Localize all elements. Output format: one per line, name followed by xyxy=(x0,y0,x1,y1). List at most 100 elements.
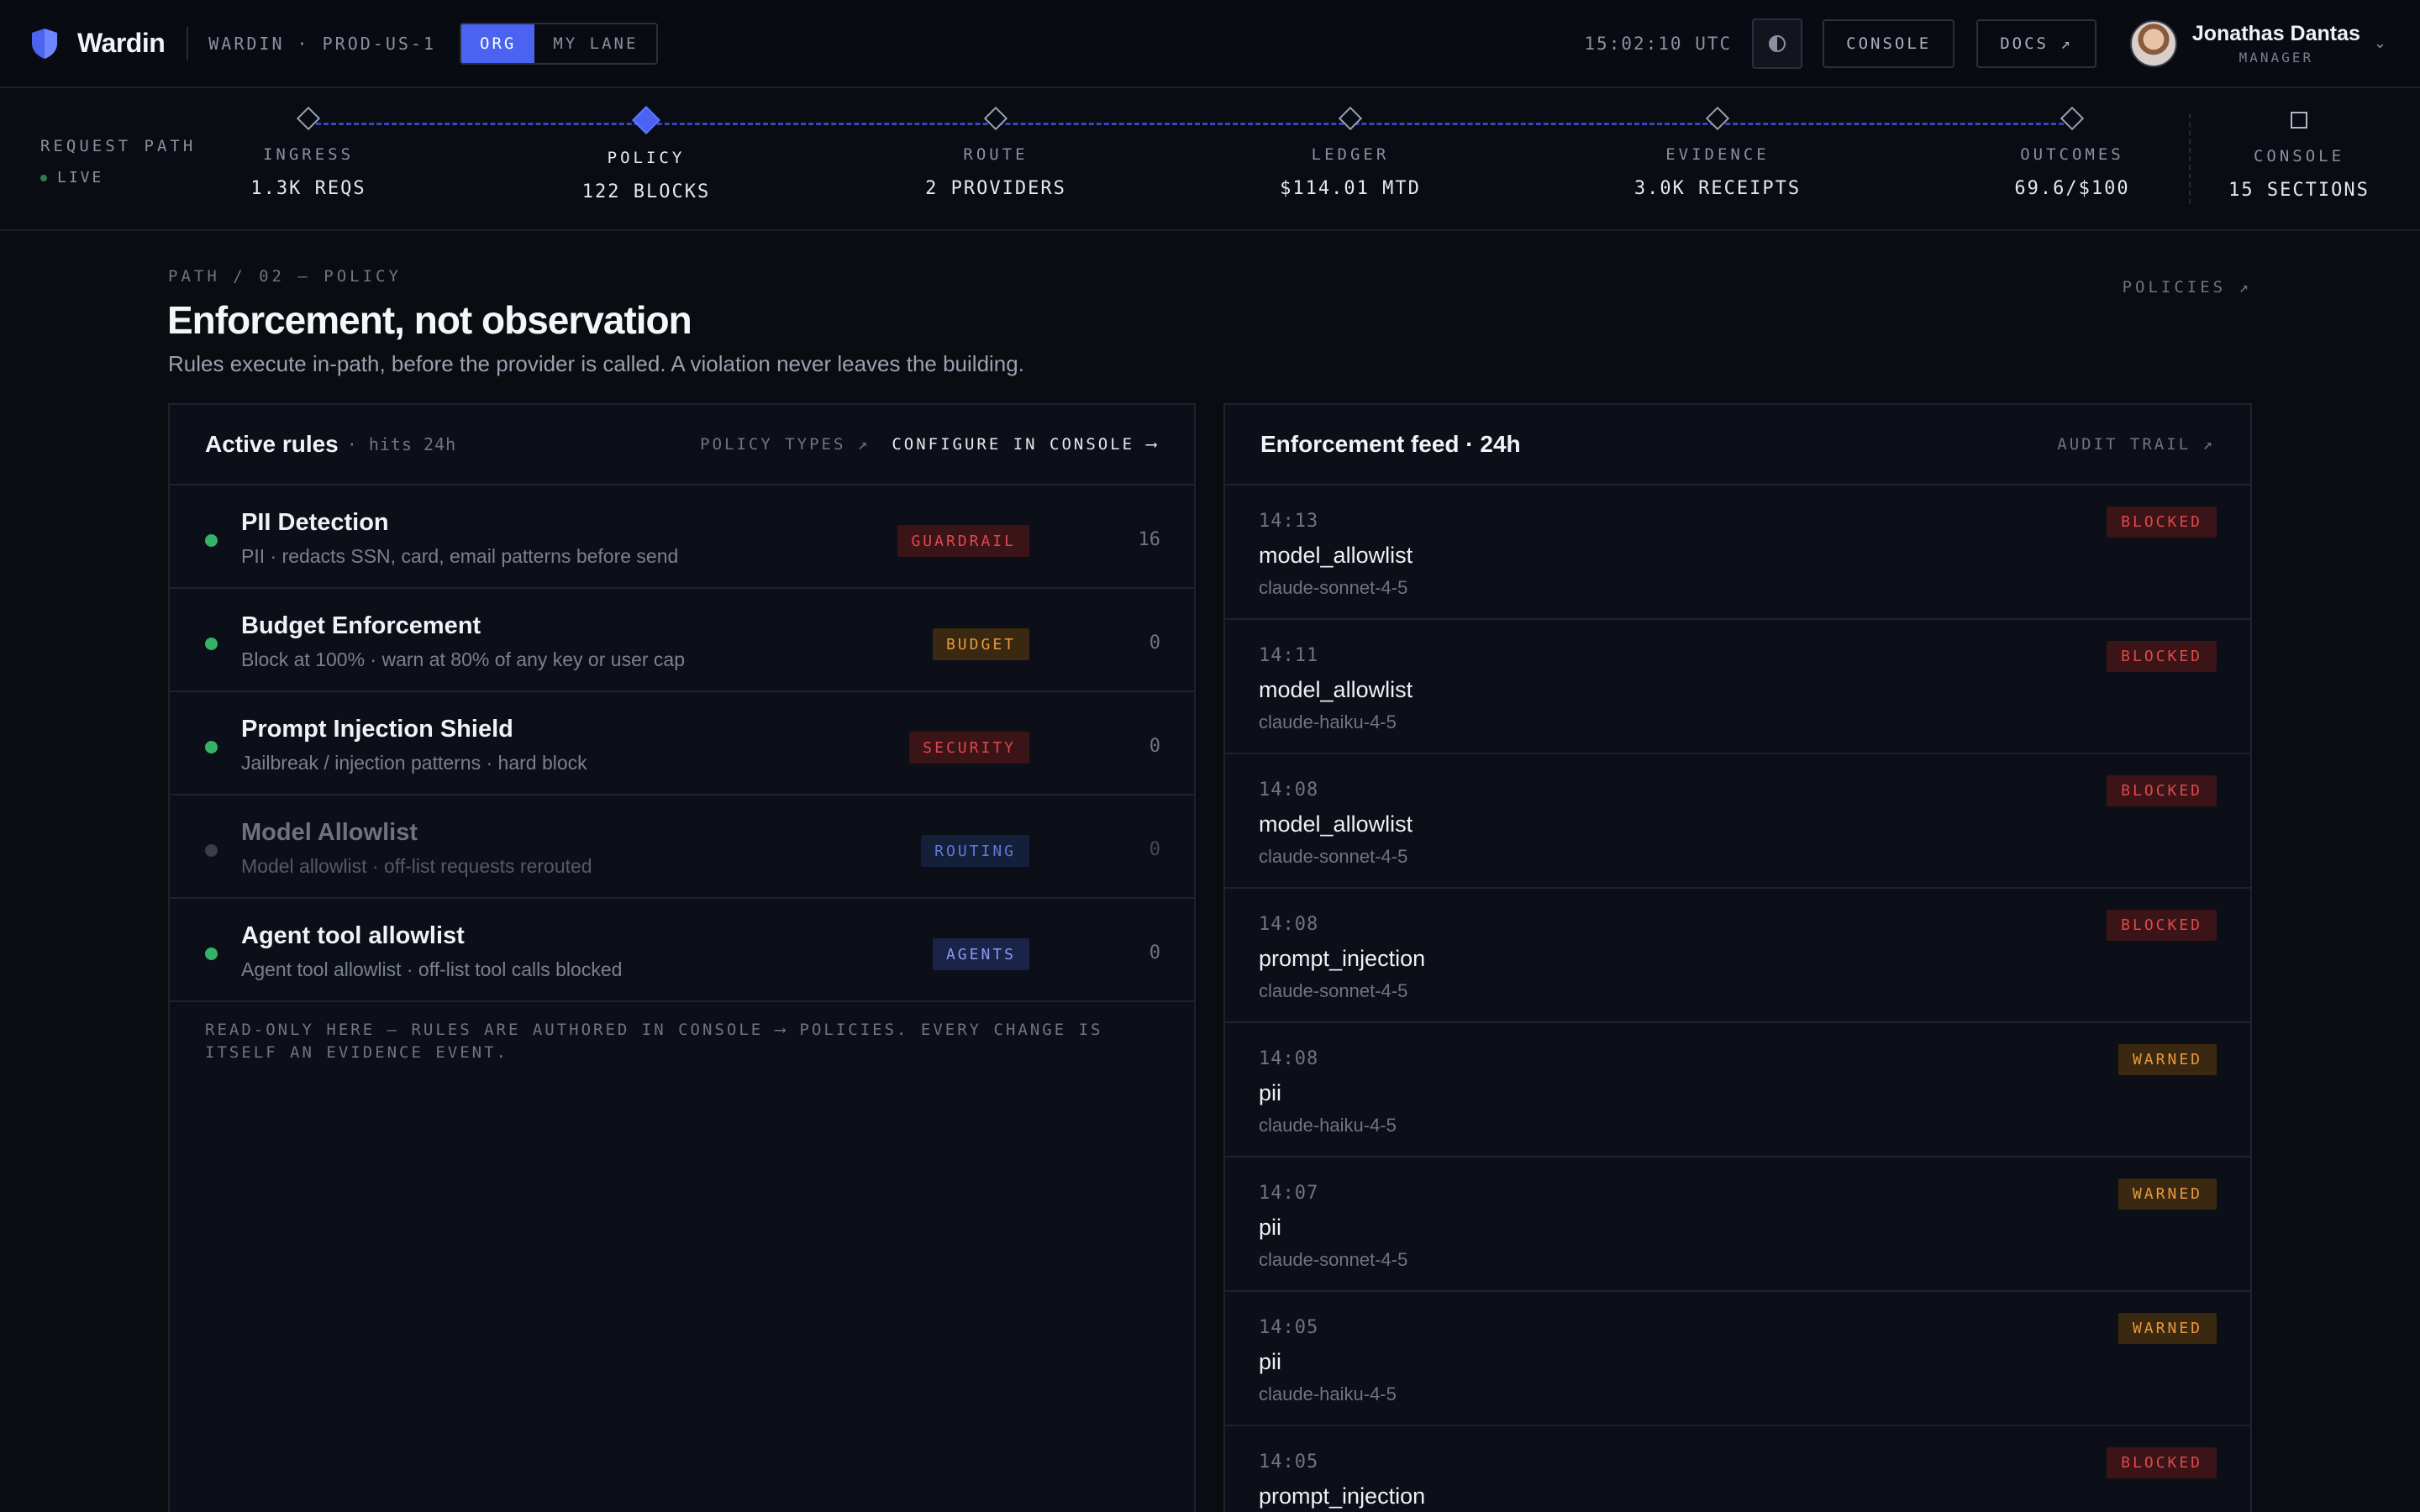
panel-title: Enforcement feed · 24h xyxy=(1260,431,1521,457)
scope-my-lane-button[interactable]: MY LANE xyxy=(534,24,656,63)
event-model: claude-sonnet-4-5 xyxy=(1259,577,1408,598)
audit-trail-link[interactable]: AUDIT TRAIL ↗ xyxy=(2057,435,2215,454)
feed-event[interactable]: 14:08 model_allowlist claude-sonnet-4-5 … xyxy=(1225,754,2250,889)
rule-description: Model allowlist · off-list requests rero… xyxy=(241,855,592,877)
policies-link[interactable]: POLICIES ↗ xyxy=(2123,278,2252,297)
rule-type-badge: AGENTS xyxy=(932,938,1029,970)
feed-event[interactable]: 14:13 model_allowlist claude-sonnet-4-5 … xyxy=(1225,486,2250,620)
event-policy: model_allowlist xyxy=(1259,677,1413,702)
panel-subtitle: · hits 24h xyxy=(346,434,457,454)
policy-types-link[interactable]: POLICY TYPES ↗ xyxy=(700,435,870,454)
scope-toggle: ORG MY LANE xyxy=(460,22,659,65)
panel-actions: AUDIT TRAIL ↗ xyxy=(2057,435,2215,454)
rule-description: Agent tool allowlist · off-list tool cal… xyxy=(241,958,623,980)
rule-description: Jailbreak / injection patterns · hard bl… xyxy=(241,752,587,774)
rule-row-model-allowlist[interactable]: Model Allowlist Model allowlist · off-li… xyxy=(170,795,1194,899)
stage-name: INGRESS xyxy=(262,145,355,164)
event-model: claude-sonnet-4-5 xyxy=(1259,980,1408,1001)
status-dot-icon xyxy=(205,638,218,650)
feed-event[interactable]: 14:08 pii claude-haiku-4-5 WARNED xyxy=(1225,1023,2250,1158)
diamond-icon xyxy=(983,106,1008,131)
stage-ledger[interactable]: LEDGER $114.01 MTD xyxy=(1224,106,1476,199)
console-button[interactable]: CONSOLE xyxy=(1823,18,1955,68)
stage-metric: $114.01 MTD xyxy=(1280,178,1421,199)
rule-type-badge: ROUTING xyxy=(921,835,1029,867)
user-menu[interactable]: Jonathas Dantas MANAGER ⌄ xyxy=(2129,19,2386,67)
clock: 15:02:10 UTC xyxy=(1584,33,1733,54)
top-bar: Wardin WARDIN · PROD-US-1 ORG MY LANE 15… xyxy=(0,0,2420,88)
event-model: claude-haiku-4-5 xyxy=(1259,1383,1397,1404)
stage-ingress[interactable]: INGRESS 1.3K REQS xyxy=(182,106,434,199)
stage-name: LEDGER xyxy=(1311,145,1390,164)
panel-title: Active rules xyxy=(205,431,339,457)
feed-event[interactable]: 14:11 model_allowlist claude-haiku-4-5 B… xyxy=(1225,620,2250,754)
brand-name: Wardin xyxy=(77,28,166,58)
theme-toggle-button[interactable] xyxy=(1752,18,1803,69)
feed-event[interactable]: 14:08 prompt_injection claude-sonnet-4-5… xyxy=(1225,889,2250,1023)
status-dot-icon xyxy=(205,948,218,960)
feed-event[interactable]: 14:05 prompt_injection BLOCKED xyxy=(1225,1426,2250,1512)
rule-name: PII Detection xyxy=(241,509,389,536)
event-time: 14:13 xyxy=(1259,511,1319,532)
request-path-bar: REQUEST PATH LIVE INGRESS 1.3K REQS POLI… xyxy=(0,88,2420,231)
event-time: 14:05 xyxy=(1259,1452,1319,1473)
event-model: claude-haiku-4-5 xyxy=(1259,1115,1397,1136)
stage-name: EVIDENCE xyxy=(1665,145,1770,164)
avatar xyxy=(2129,19,2177,67)
stage-name: CONSOLE xyxy=(2253,147,2345,165)
topbar-right: 15:02:10 UTC CONSOLE DOCS ↗ Jonathas Dan… xyxy=(1584,18,2386,69)
feed-event[interactable]: 14:07 pii claude-sonnet-4-5 WARNED xyxy=(1225,1158,2250,1292)
panel-header: Active rules · hits 24h POLICY TYPES ↗ C… xyxy=(170,405,1194,486)
rule-type-badge: BUDGET xyxy=(932,628,1029,660)
stage-outcomes[interactable]: OUTCOMES 69.6/$100 xyxy=(1946,106,2198,199)
read-only-footnote: READ-ONLY HERE — RULES ARE AUTHORED IN C… xyxy=(205,1021,1103,1062)
panel-header: Enforcement feed · 24h AUDIT TRAIL ↗ xyxy=(1225,405,2250,486)
event-policy: pii xyxy=(1259,1080,1282,1105)
diamond-icon xyxy=(296,106,321,131)
rule-description: Block at 100% · warn at 80% of any key o… xyxy=(241,648,685,670)
rule-row-pii-detection[interactable]: PII Detection PII · redacts SSN, card, e… xyxy=(170,486,1194,589)
rule-name: Agent tool allowlist xyxy=(241,922,465,949)
active-rules-panel: Active rules · hits 24h POLICY TYPES ↗ C… xyxy=(168,403,1196,1512)
environment-label: WARDIN · PROD-US-1 xyxy=(208,33,436,54)
rule-description: PII · redacts SSN, card, email patterns … xyxy=(241,545,679,567)
chevron-down-icon: ⌄ xyxy=(2373,34,2386,51)
event-model: claude-sonnet-4-5 xyxy=(1259,1249,1408,1270)
user-info: Jonathas Dantas MANAGER xyxy=(2192,22,2360,66)
event-policy: pii xyxy=(1259,1349,1282,1374)
stage-console[interactable]: CONSOLE 15 SECTIONS xyxy=(2173,110,2420,201)
stage-policy[interactable]: POLICY 122 BLOCKS xyxy=(520,106,772,202)
brand[interactable]: Wardin xyxy=(30,28,166,60)
docs-button[interactable]: DOCS ↗ xyxy=(1976,18,2096,68)
stage-route[interactable]: ROUTE 2 PROVIDERS xyxy=(870,106,1122,199)
shield-logo-icon xyxy=(32,28,57,59)
status-badge: WARNED xyxy=(2118,1044,2217,1075)
event-time: 14:08 xyxy=(1259,914,1319,935)
rule-hit-count: 16 xyxy=(1138,529,1161,550)
rule-row-budget-enforcement[interactable]: Budget Enforcement Block at 100% · warn … xyxy=(170,589,1194,692)
rule-type-badge: GUARDRAIL xyxy=(897,525,1029,557)
diamond-icon xyxy=(632,106,660,134)
stage-evidence[interactable]: EVIDENCE 3.0K RECEIPTS xyxy=(1591,106,1844,199)
divider xyxy=(187,26,189,60)
stage-metric: 122 BLOCKS xyxy=(581,181,711,202)
user-name: Jonathas Dantas xyxy=(2191,21,2360,45)
stage-metric: 2 PROVIDERS xyxy=(925,178,1066,199)
panel-actions: POLICY TYPES ↗ CONFIGURE IN CONSOLE ⟶ xyxy=(700,435,1159,454)
rule-row-prompt-injection-shield[interactable]: Prompt Injection Shield Jailbreak / inje… xyxy=(170,692,1194,795)
rule-row-agent-tool-allowlist[interactable]: Agent tool allowlist Agent tool allowlis… xyxy=(170,899,1194,1002)
diamond-icon xyxy=(1705,106,1730,131)
stage-metric: 15 SECTIONS xyxy=(2228,180,2370,201)
status-badge: BLOCKED xyxy=(2107,1447,2217,1478)
configure-in-console-link[interactable]: CONFIGURE IN CONSOLE ⟶ xyxy=(892,435,1159,454)
event-time: 14:07 xyxy=(1259,1183,1319,1204)
feed-event[interactable]: 14:05 pii claude-haiku-4-5 WARNED xyxy=(1225,1292,2250,1426)
live-indicator: LIVE xyxy=(40,169,103,186)
status-dot-icon xyxy=(205,534,218,547)
stage-name: POLICY xyxy=(607,149,686,167)
scope-org-button[interactable]: ORG xyxy=(461,24,535,63)
rule-name: Budget Enforcement xyxy=(241,612,481,639)
page-title: Enforcement, not observation xyxy=(167,298,692,342)
event-time: 14:11 xyxy=(1259,645,1319,666)
rule-hit-count: 0 xyxy=(1149,633,1160,654)
